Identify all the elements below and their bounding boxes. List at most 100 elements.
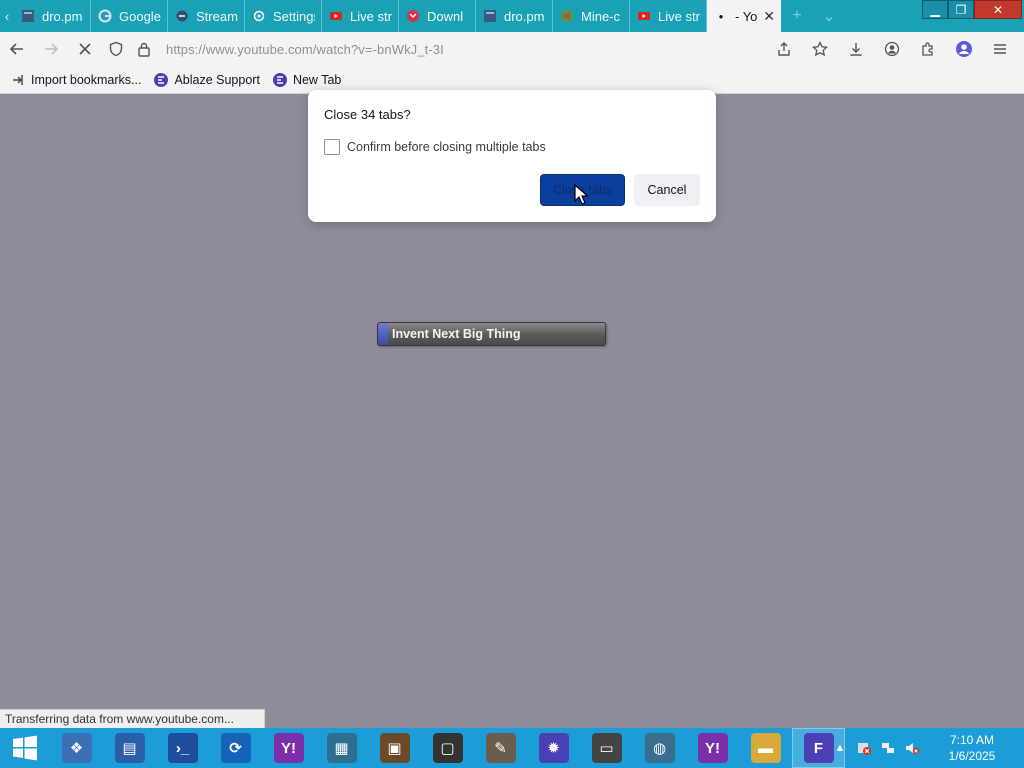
confirm-checkbox-row[interactable]: Confirm before closing multiple tabs [324,139,546,155]
taskbar-app-virus[interactable]: ✹ [527,728,580,768]
yahoo-icon: Y! [697,733,728,763]
yahoo-messenger-icon: Y! [273,733,304,763]
restore-button[interactable]: ❐ [948,0,974,19]
minecraft-icon [559,8,575,24]
taskbar-app-remote-desktop[interactable]: ▤ [103,728,156,768]
action-center-alert-icon[interactable] [852,740,876,756]
taskbar-apps: ❖ ▤ ›_ ⟳ Y! ▦ ▣ ▢ ✎ ✹ ▭ ◍ Y! ▬ F [50,728,845,768]
progress-cap [378,323,388,345]
taskbar-app-globe[interactable]: ◍ [633,728,686,768]
tab-label: Mine-c [581,8,621,24]
account-button[interactable] [874,32,910,66]
shield-icon[interactable] [102,41,130,57]
tab-label: Downl [427,8,464,24]
confirm-checkbox-label[interactable]: Confirm before closing multiple tabs [347,140,546,154]
youtube-icon [636,8,652,24]
extensions-button[interactable] [910,32,946,66]
tab-downl[interactable]: Downl [399,0,476,32]
tab-list: dro.pm Google Stream Settings Live str Downl d… [14,0,707,32]
forward-button[interactable] [34,32,68,66]
start-button[interactable] [0,728,50,768]
taskbar-app-yahoo-messenger[interactable]: Y! [262,728,315,768]
tab-dro-pm[interactable]: dro.pm [14,0,91,32]
profile-button[interactable] [946,32,982,66]
show-hidden-icons-button[interactable]: ▲ [828,742,852,754]
taskbar-app-gimp[interactable]: ✎ [474,728,527,768]
arrow-left-icon [9,43,23,55]
bookmark-import-bookmarks-[interactable]: Import bookmarks... [10,72,141,88]
photo-viewer-icon: ▢ [432,733,463,763]
bookmark-label: Ablaze Support [174,72,260,87]
bookmark-label: Import bookmarks... [31,72,142,87]
account-icon [884,41,900,57]
tab-label: Settings [273,8,315,24]
tab-label: Google [119,8,161,24]
tab-label: Live str [350,8,392,24]
downloads-button[interactable] [838,32,874,66]
ablaze-icon [272,72,288,88]
taskbar-app-photo-viewer[interactable]: ▢ [421,728,474,768]
lock-icon[interactable] [130,41,158,57]
tab-google[interactable]: Google [91,0,168,32]
arrow-right-icon [45,43,59,55]
windows-explorer-icon: ❖ [61,733,92,763]
taskbar: ❖ ▤ ›_ ⟳ Y! ▦ ▣ ▢ ✎ ✹ ▭ ◍ Y! ▬ F ▲ 7:10 AM 1/6/2025 [0,728,1024,768]
taskbar-app-notepad[interactable]: ▦ [315,728,368,768]
tab-label: - Yo [735,8,758,24]
close-window-button[interactable]: ✕ [974,0,1022,19]
puzzle-icon [922,42,933,56]
document-icon [20,8,36,24]
tab-stream[interactable]: Stream [168,0,245,32]
taskbar-app-sync[interactable]: ⟳ [209,728,262,768]
stop-button[interactable] [68,32,102,66]
volume-muted-icon[interactable] [900,740,924,756]
cancel-button[interactable]: Cancel [634,174,700,206]
back-button[interactable] [0,32,34,66]
navigation-toolbar: https://www.youtube.com/watch?v=-bnWkJ_t… [0,32,1024,66]
tab-label: Stream [196,8,238,24]
tab-live-str[interactable]: Live str [630,0,707,32]
ablaze-icon [153,72,169,88]
minimize-button[interactable]: ▁ [922,0,948,19]
bookmark-new-tab[interactable]: New Tab [272,72,341,88]
youtube-icon [328,8,344,24]
star-icon [812,41,828,57]
invent-next-big-thing-button[interactable]: Invent Next Big Thing [377,322,606,346]
tab-strip: ‹ dro.pm Google Stream Settings Live str Down… [0,0,1024,32]
tab-label: dro.pm [504,8,545,24]
taskbar-app-monitor[interactable]: ▭ [580,728,633,768]
tab-live-str[interactable]: Live str [322,0,399,32]
taskbar-app-powershell[interactable]: ›_ [156,728,209,768]
network-icon[interactable] [876,740,900,756]
taskbar-app-yahoo[interactable]: Y! [686,728,739,768]
bookmark-star-button[interactable] [802,32,838,66]
taskbar-app-file-explorer[interactable]: ▬ [739,728,792,768]
tab-label: dro.pm [42,8,83,24]
taskbar-app-windows-explorer[interactable]: ❖ [50,728,103,768]
new-tab-button[interactable]: + [781,0,813,32]
tab-mine-c[interactable]: Mine-c [553,0,630,32]
tab-dro-pm[interactable]: dro.pm [476,0,553,32]
clock[interactable]: 7:10 AM 1/6/2025 [924,732,1020,764]
url-text[interactable]: https://www.youtube.com/watch?v=-bnWkJ_t… [166,42,444,57]
tab-active[interactable]: ● - Yo ✕ [707,0,781,32]
url-bar[interactable]: https://www.youtube.com/watch?v=-bnWkJ_t… [102,34,766,64]
taskbar-app-minecraft[interactable]: ▣ [368,728,421,768]
list-tabs-button[interactable]: ⌄ [813,0,845,32]
bookmark-ablaze-support[interactable]: Ablaze Support [153,72,260,88]
windows-logo-icon [13,735,37,761]
mouse-cursor-icon [574,184,588,205]
dialog-title: Close 34 tabs? [324,107,411,122]
tab-settings[interactable]: Settings [245,0,322,32]
close-tab-icon[interactable]: ✕ [763,8,775,25]
clock-time: 7:10 AM [949,733,995,747]
notepad-icon: ▦ [326,733,357,763]
share-button[interactable] [766,32,802,66]
menu-button[interactable] [982,32,1018,66]
stop-icon [79,43,91,55]
document-icon [482,8,498,24]
tab-scroll-left-button[interactable]: ‹ [0,0,14,32]
globe-icon: ◍ [644,733,675,763]
confirm-checkbox[interactable] [324,139,340,155]
monitor-icon: ▭ [591,733,622,763]
